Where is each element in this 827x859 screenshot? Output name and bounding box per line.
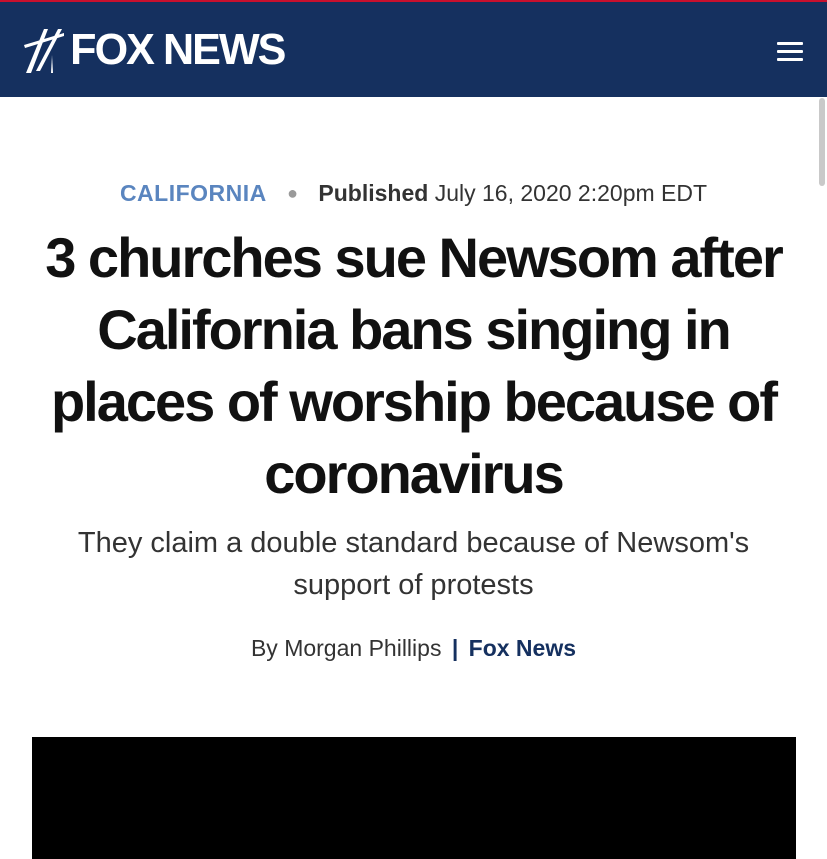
fox-news-logo[interactable]: FOX NEWS — [22, 24, 287, 76]
logo-wordmark: FOX NEWS — [70, 25, 286, 74]
article-byline: By Morgan Phillips | Fox News — [0, 632, 827, 664]
fox-news-searchlight-icon — [24, 29, 64, 73]
byline-separator: | — [451, 635, 459, 661]
hamburger-menu-icon[interactable] — [777, 42, 803, 64]
category-link[interactable]: CALIFORNIA — [120, 180, 267, 206]
video-player[interactable] — [32, 737, 796, 859]
article-headline: 3 churches sue Newsom after California b… — [45, 226, 784, 505]
source-link[interactable]: Fox News — [469, 635, 576, 661]
article-subheadline: They claim a double standard because of … — [77, 527, 750, 601]
site-header: FOX NEWS — [0, 0, 827, 97]
author-name: By Morgan Phillips — [250, 635, 442, 661]
article-meta: CALIFORNIA ● Published July 16, 2020 2:2… — [0, 178, 827, 210]
page-scrollbar[interactable] — [819, 98, 825, 186]
published-date: July 16, 2020 2:20pm EDT — [434, 180, 708, 206]
meta-separator-dot: ● — [287, 183, 299, 203]
published-label: Published — [318, 180, 429, 206]
